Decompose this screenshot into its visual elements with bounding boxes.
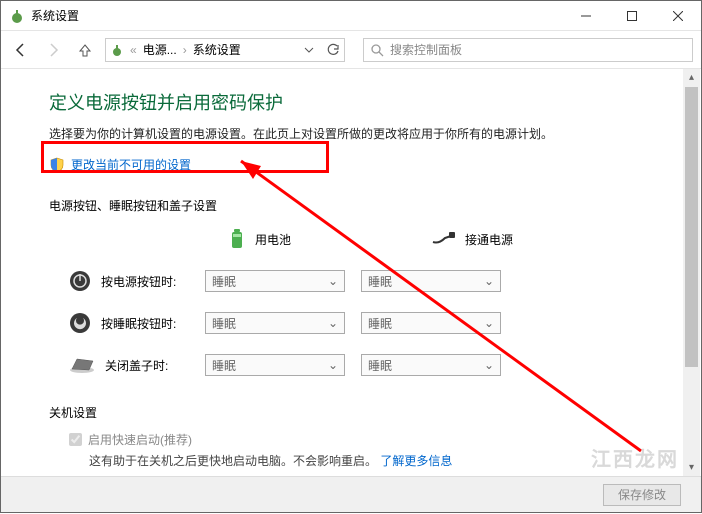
window-icon (9, 8, 25, 24)
battery-icon (229, 228, 245, 250)
sleep-button-label: 按睡眠按钮时: (101, 315, 176, 332)
page-desc: 选择要为你的计算机设置的电源设置。在此页上对设置所做的更改将应用于你所有的电源计… (49, 125, 661, 142)
watermark: 江西龙网 (591, 443, 679, 472)
chevron-down-icon: ⌄ (328, 274, 338, 288)
titlebar: 系统设置 (1, 1, 701, 31)
learn-more-link[interactable]: 了解更多信息 (380, 454, 452, 468)
breadcrumb-1[interactable]: 电源... (143, 41, 177, 58)
fastboot-label: 启用快速启动(推荐) (88, 431, 192, 448)
scroll-up-arrow[interactable]: ▴ (683, 69, 700, 86)
fastboot-desc: 这有助于在关机之后更快地启动电脑。不会影响重启。 了解更多信息 (49, 452, 661, 469)
sleep-button-icon (69, 312, 91, 334)
power-plugged-select[interactable]: 睡眠⌄ (361, 270, 501, 292)
chevron-down-icon: ⌄ (328, 358, 338, 372)
address-icon (110, 43, 124, 57)
close-button[interactable] (655, 1, 701, 30)
content-area: 定义电源按钮并启用密码保护 选择要为你的计算机设置的电源设置。在此页上对设置所做… (1, 69, 701, 476)
chevron-down-icon: ⌄ (328, 316, 338, 330)
footer: 保存修改 (1, 476, 701, 512)
maximize-button[interactable] (609, 1, 655, 30)
chevron-down-icon: ⌄ (484, 316, 494, 330)
address-dropdown[interactable] (302, 45, 316, 55)
columns-header: 用电池 接通电源 (49, 228, 661, 250)
breadcrumb-sep: « (128, 43, 139, 57)
search-input[interactable]: 搜索控制面板 (363, 38, 693, 62)
sleep-battery-select[interactable]: 睡眠⌄ (205, 312, 345, 334)
minimize-button[interactable] (563, 1, 609, 30)
change-unavailable-link[interactable]: 更改当前不可用的设置 (71, 156, 191, 173)
scroll-down-arrow[interactable]: ▾ (683, 459, 700, 476)
window-title: 系统设置 (31, 7, 563, 24)
address-bar[interactable]: « 电源... › 系统设置 (105, 38, 345, 62)
shutdown-section-heading: 关机设置 (49, 404, 661, 421)
refresh-button[interactable] (326, 43, 340, 57)
sleep-plugged-select[interactable]: 睡眠⌄ (361, 312, 501, 334)
search-icon (370, 43, 384, 57)
plug-icon (431, 232, 455, 246)
plugged-col-label: 接通电源 (465, 231, 513, 248)
lid-plugged-select[interactable]: 睡眠⌄ (361, 354, 501, 376)
fastboot-checkbox[interactable] (69, 433, 82, 446)
lid-row: 关闭盖子时: 睡眠⌄ 睡眠⌄ (49, 354, 661, 376)
window-controls (563, 1, 701, 30)
scroll-thumb[interactable] (685, 87, 698, 367)
breadcrumb-2[interactable]: 系统设置 (193, 41, 241, 58)
forward-button[interactable] (41, 38, 65, 62)
toolbar: « 电源... › 系统设置 搜索控制面板 (1, 31, 701, 69)
battery-col-label: 用电池 (255, 231, 291, 248)
vertical-scrollbar[interactable]: ▴ ▾ (683, 69, 700, 476)
save-button[interactable]: 保存修改 (603, 484, 681, 506)
up-button[interactable] (73, 38, 97, 62)
chevron-down-icon: ⌄ (484, 274, 494, 288)
lid-icon (69, 356, 95, 374)
lid-battery-select[interactable]: 睡眠⌄ (205, 354, 345, 376)
search-placeholder: 搜索控制面板 (390, 41, 462, 58)
power-button-icon (69, 270, 91, 292)
chevron-down-icon: ⌄ (484, 358, 494, 372)
power-button-row: 按电源按钮时: 睡眠⌄ 睡眠⌄ (49, 270, 661, 292)
page-heading: 定义电源按钮并启用密码保护 (49, 89, 661, 115)
shield-icon (49, 157, 65, 173)
power-button-label: 按电源按钮时: (101, 273, 176, 290)
power-battery-select[interactable]: 睡眠⌄ (205, 270, 345, 292)
back-button[interactable] (9, 38, 33, 62)
buttons-section-heading: 电源按钮、睡眠按钮和盖子设置 (49, 197, 661, 214)
breadcrumb-sep: › (181, 43, 189, 57)
lid-label: 关闭盖子时: (105, 357, 168, 374)
sleep-button-row: 按睡眠按钮时: 睡眠⌄ 睡眠⌄ (49, 312, 661, 334)
